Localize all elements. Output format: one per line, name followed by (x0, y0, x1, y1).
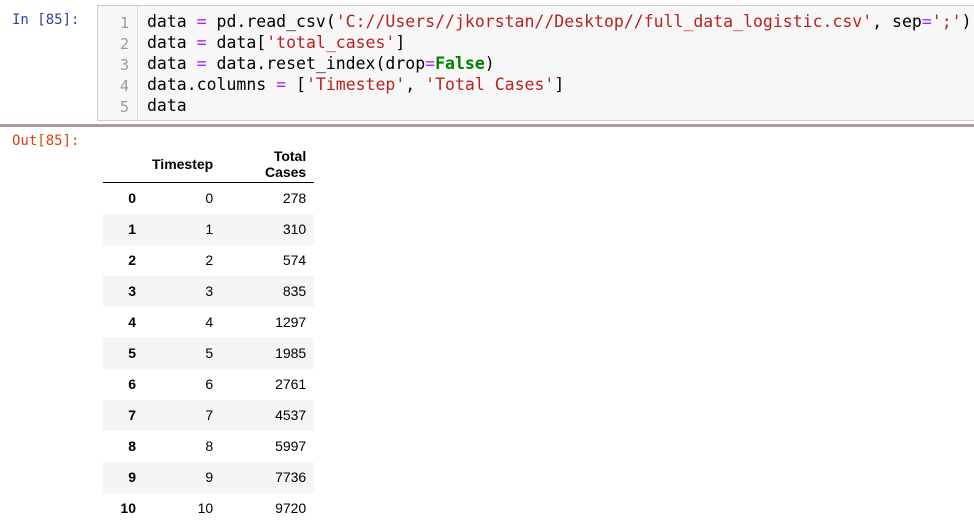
row-index: 2 (128, 252, 136, 268)
row-index: 5 (103, 337, 144, 369)
line-number: 3 (119, 56, 129, 74)
line-number: 4 (119, 77, 129, 95)
line-number-gutter: 1 2 3 4 5 (98, 6, 138, 120)
row-index: 0 (128, 190, 136, 207)
table-row: 9 9 7736 (103, 461, 315, 493)
row-index: 7 (103, 399, 144, 431)
cell-total-cases: 7736 (221, 461, 315, 493)
cell-divider (0, 124, 974, 127)
row-index: 1 (103, 213, 144, 245)
cell-total-cases: 278 (282, 190, 307, 207)
cell-timestep: 1 (144, 213, 222, 245)
cell-total-cases: 835 (221, 275, 315, 307)
cell-timestep: 2 (205, 252, 214, 268)
column-header-timestep: Timestep (144, 148, 222, 183)
index-header (103, 148, 144, 183)
table-row: 2 2 574 (103, 245, 314, 276)
cell-timestep: 7 (144, 399, 222, 431)
input-prompt: In [85]: (12, 12, 80, 28)
table-row: 4 4 1297 (103, 307, 314, 338)
cell-timestep: 10 (197, 500, 214, 516)
cell-timestep: 0 (205, 190, 214, 207)
code-line-5: data (147, 96, 187, 115)
line-number: 5 (119, 98, 129, 116)
cell-total-cases: 1985 (221, 337, 315, 369)
table-row: 10 10 9720 (103, 493, 314, 524)
code-cell-input[interactable]: 1 2 3 4 5 data = pd.read_csv('C://Users/… (97, 5, 974, 121)
column-header-total-cases: Total Cases (221, 148, 315, 183)
row-index: 6 (128, 376, 136, 392)
cell-timestep: 5 (144, 337, 222, 369)
code-line-1: data = pd.read_csv('C://Users//jkorstan/… (147, 12, 972, 31)
row-index: 9 (103, 461, 144, 493)
table-body: 0 0 278 1 1 310 2 2 574 3 3 835 4 4 1297 5 5 1985 6 6 2761 7 7… (103, 183, 315, 524)
cell-total-cases: 1297 (275, 314, 307, 330)
cell-timestep: 4 (205, 314, 214, 330)
table-row: 5 5 1985 (103, 337, 315, 369)
cell-total-cases: 574 (282, 252, 307, 268)
line-number: 1 (119, 14, 129, 32)
table-row: 7 7 4537 (103, 399, 315, 431)
table-row: 0 0 278 (103, 183, 314, 214)
row-index: 4 (128, 314, 136, 330)
code-line-4: data.columns = ['Timestep', 'Total Cases… (147, 75, 565, 94)
table-row: 6 6 2761 (103, 369, 314, 400)
row-index: 3 (103, 275, 144, 307)
row-index: 10 (120, 500, 136, 516)
cell-total-cases: 4537 (221, 399, 315, 431)
table-row: 1 1 310 (103, 213, 315, 245)
row-index: 8 (128, 438, 136, 454)
line-number: 2 (119, 35, 129, 53)
cell-total-cases: 9720 (275, 500, 307, 516)
cell-timestep: 6 (205, 376, 214, 392)
cell-total-cases: 2761 (275, 376, 307, 392)
code-line-3: data = data.reset_index(drop=False) (147, 54, 495, 73)
cell-timestep: 3 (144, 275, 222, 307)
output-prompt: Out[85]: (12, 133, 80, 149)
cell-total-cases: 5997 (275, 438, 307, 454)
code-line-2: data = data['total_cases'] (147, 33, 406, 52)
cell-timestep: 8 (205, 438, 214, 454)
cell-timestep: 9 (144, 461, 222, 493)
table-row: 3 3 835 (103, 275, 315, 307)
table-header-row: Timestep Total Cases (103, 148, 315, 183)
table-row: 8 8 5997 (103, 431, 314, 462)
dataframe-table: Timestep Total Cases 0 0 278 1 1 310 2 2 574 3 3 83… (103, 148, 315, 524)
cell-total-cases: 310 (221, 213, 315, 245)
